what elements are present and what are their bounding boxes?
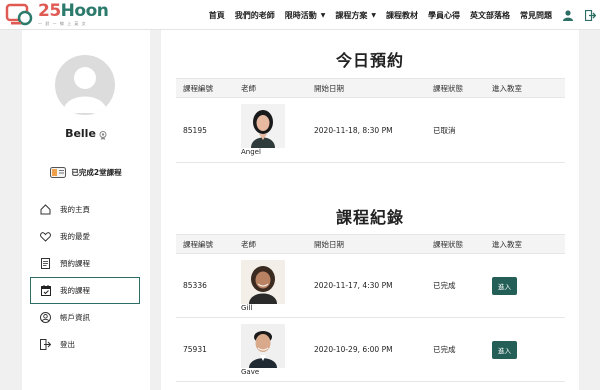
column-header: 老師 [234,234,307,254]
column-header: 進入教室 [485,234,565,254]
teacher-name: Gill [241,303,253,312]
nav-item-teachers[interactable]: 我們的老師 [235,10,275,21]
teacher-name: Angel [241,148,261,156]
sidebar-item-favorites[interactable]: 我的最愛 [30,223,140,250]
table-header-row: 課程編號 老師 開始日期 課程狀態 進入教室 [176,78,565,98]
brand-logo[interactable]: 25Hoon 一 對 一 線 上 英 文 [5,1,109,27]
main-nav: 首頁 我們的老師 限時活動 ▼ 課程方案 ▼ 課程教材 學員心得 英文部落格 常見問… [199,0,596,30]
course-status: 已完成 [426,317,485,382]
nav-item-home[interactable]: 首頁 [209,10,225,21]
sidebar-item-book-course[interactable]: 預約課程 [30,250,140,277]
start-date: 2020-11-17, 4:30 PM [307,253,426,318]
course-id: 85195 [176,97,234,163]
teacher-name: Gave [241,367,260,376]
teacher-photo[interactable] [241,323,285,368]
account-icon [40,312,51,323]
medal-icon [99,130,107,140]
nav-item-promotions[interactable]: 限時活動 ▼ [285,10,326,21]
ticket-icon [50,167,67,178]
brand-word: Hoon [60,1,109,21]
sidebar-item-account[interactable]: 帳戶資訊 [30,304,140,331]
nav-item-plans[interactable]: 課程方案 ▼ [335,10,376,21]
column-header: 課程狀態 [426,234,485,254]
column-header: 課程編號 [176,234,234,254]
start-date: 2020-10-29, 6:00 PM [307,317,426,382]
home-icon [40,204,51,215]
teacher-cell[interactable]: Gave [234,317,307,382]
avatar [55,55,115,115]
column-header: 老師 [234,78,307,98]
chevron-down-icon: ▼ [371,11,376,19]
course-status: 已完成 [426,253,485,318]
course-status: 已取消 [426,97,485,163]
heart-icon [40,231,51,242]
today-title: 今日預約 [335,51,404,70]
today-table: 課程編號 老師 開始日期 課程狀態 進入教室 85195 Angel 2020-… [176,78,565,163]
enter-classroom-cell [485,97,565,163]
calendar-icon [40,285,51,296]
sidebar-item-my-courses[interactable]: 我的課程 [30,277,140,304]
history-title: 課程紀錄 [335,208,404,227]
teacher-cell[interactable]: Angel [234,97,307,163]
nav-item-blog[interactable]: 英文部落格 [470,10,510,21]
start-date: 2020-11-18, 8:30 PM [307,97,426,163]
sidebar-menu: 我的主頁 我的最愛 預約課程 我的課程 帳戶資訊 登出 [30,196,140,358]
brand-tagline: 一 對 一 線 上 英 文 [38,21,87,26]
table-row: 85195 Angel 2020-11-18, 8:30 PM 已取消 [176,97,565,163]
course-id: 85336 [176,253,234,318]
nav-item-materials[interactable]: 課程教材 [386,10,418,21]
enter-classroom-cell: 進入 [485,317,565,382]
table-row: 75931 Gave 2020-10-29, 6:00 PM 已完成 進入 [176,317,565,382]
completed-courses: 已完成2堂課程 [22,167,150,178]
nav-item-reviews[interactable]: 學員心得 [428,10,460,21]
logout-icon [40,339,51,350]
profile-sidebar: Belle 已完成2堂課程 我的主頁 我的最愛 預約課程 我的課程 帳戶資訊 登… [22,30,150,390]
course-id: 75931 [176,317,234,382]
teacher-photo[interactable] [241,104,285,148]
column-header: 進入教室 [485,78,565,98]
profile-name: Belle [22,127,150,140]
sidebar-item-home[interactable]: 我的主頁 [30,196,140,223]
teacher-cell[interactable]: Gill [234,253,307,318]
history-table: 課程編號 老師 開始日期 課程狀態 進入教室 85336 Gill 2020-1… [176,234,565,382]
table-header-row: 課程編號 老師 開始日期 課程狀態 進入教室 [176,234,565,254]
brand-number: 25 [38,1,61,21]
enter-classroom-cell: 進入 [485,253,565,318]
teacher-photo[interactable] [241,259,285,304]
column-header: 開始日期 [307,78,426,98]
chevron-down-icon: ▼ [320,11,326,19]
courses-panel: 今日預約 課程編號 老師 開始日期 課程狀態 進入教室 85195 Angel … [161,30,579,390]
table-row: 85336 Gill 2020-11-17, 4:30 PM 已完成 進入 [176,253,565,318]
logout-icon[interactable] [584,9,596,21]
enter-classroom-button[interactable]: 進入 [492,276,517,295]
column-header: 課程狀態 [426,78,485,98]
sidebar-item-logout[interactable]: 登出 [30,331,140,358]
enter-classroom-button[interactable]: 進入 [492,340,517,359]
top-navbar: 25Hoon 一 對 一 線 上 英 文 首頁 我們的老師 限時活動 ▼ 課程方案… [0,0,600,30]
column-header: 開始日期 [307,234,426,254]
document-icon [40,258,51,269]
logo-mark-icon [5,3,35,27]
nav-item-faq[interactable]: 常見問題 [520,10,552,21]
column-header: 課程編號 [176,78,234,98]
user-icon[interactable] [562,9,574,21]
